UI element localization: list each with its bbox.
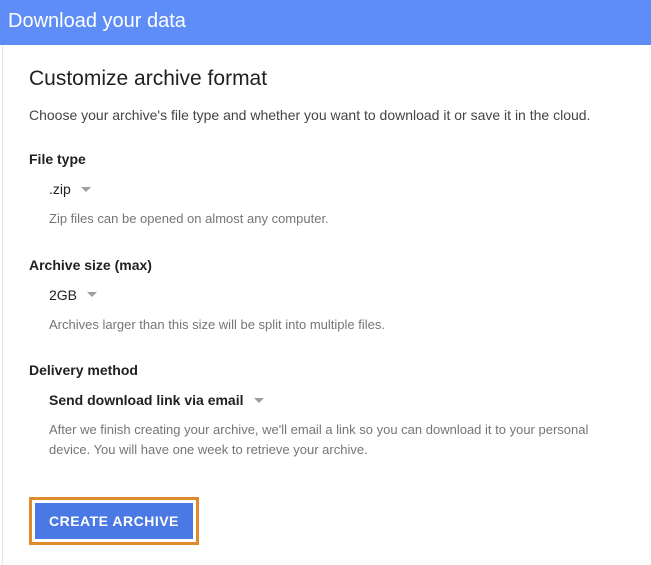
page-header: Download your data xyxy=(0,0,651,45)
delivery-method-dropdown[interactable]: Send download link via email xyxy=(49,392,264,408)
archive-size-dropdown[interactable]: 2GB xyxy=(49,287,97,303)
create-archive-highlight: CREATE ARCHIVE xyxy=(29,497,199,545)
file-type-hint: Zip files can be opened on almost any co… xyxy=(49,209,625,229)
section-description: Choose your archive's file type and whet… xyxy=(29,107,625,123)
archive-size-hint: Archives larger than this size will be s… xyxy=(49,315,625,335)
delivery-method-label: Delivery method xyxy=(29,362,625,378)
file-type-group: File type .zip Zip files can be opened o… xyxy=(29,151,625,229)
file-type-label: File type xyxy=(29,151,625,167)
archive-size-value: 2GB xyxy=(49,287,77,303)
page-title: Download your data xyxy=(8,10,186,32)
create-archive-button[interactable]: CREATE ARCHIVE xyxy=(35,503,193,539)
delivery-method-value: Send download link via email xyxy=(49,392,244,408)
archive-size-group: Archive size (max) 2GB Archives larger t… xyxy=(29,257,625,335)
file-type-value: .zip xyxy=(49,181,71,197)
delivery-method-group: Delivery method Send download link via e… xyxy=(29,362,625,459)
chevron-down-icon xyxy=(254,398,264,403)
archive-size-label: Archive size (max) xyxy=(29,257,625,273)
chevron-down-icon xyxy=(81,187,91,192)
chevron-down-icon xyxy=(87,292,97,297)
file-type-dropdown[interactable]: .zip xyxy=(49,181,91,197)
delivery-method-hint: After we finish creating your archive, w… xyxy=(49,420,625,459)
content-area: Customize archive format Choose your arc… xyxy=(2,45,651,565)
section-title: Customize archive format xyxy=(29,67,625,91)
